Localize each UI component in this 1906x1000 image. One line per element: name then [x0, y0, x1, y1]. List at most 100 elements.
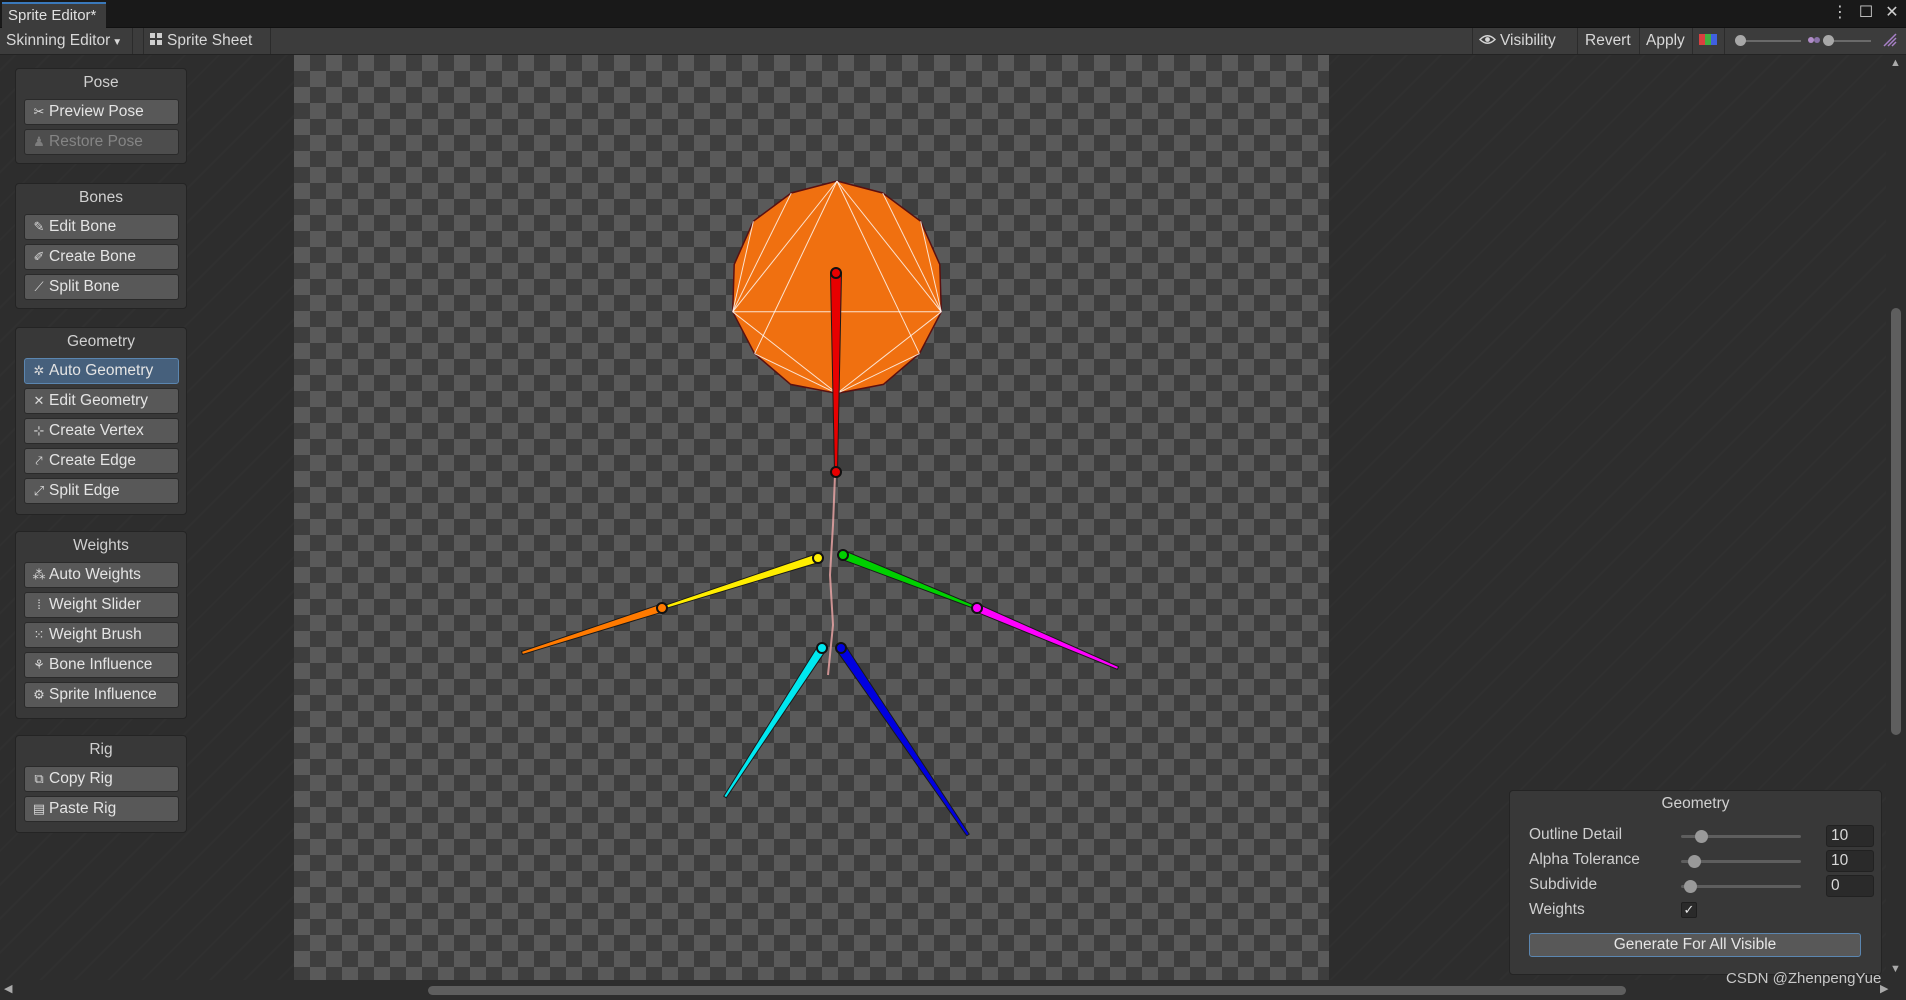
color-channels-toggle[interactable]: [1693, 28, 1725, 54]
visibility-button[interactable]: Visibility: [1472, 28, 1578, 54]
preview-pose-button[interactable]: ✂ Preview Pose: [24, 99, 179, 125]
geometry-tools-panel: Geometry ✲ Auto Geometry ✕ Edit Geometry ⊹…: [15, 327, 187, 515]
bone-left-upper-arm-joint[interactable]: [812, 552, 824, 564]
alpha-tolerance-slider-thumb[interactable]: [1688, 855, 1702, 868]
outline-detail-field[interactable]: 10: [1826, 825, 1874, 847]
create-bone-label: Create Bone: [49, 248, 137, 265]
bone-left-leg-joint[interactable]: [816, 642, 828, 654]
eye-icon: [1478, 28, 1497, 54]
bone-left-upper-arm[interactable]: [660, 553, 821, 611]
zoom-slider[interactable]: [1737, 40, 1801, 42]
create-edge-button[interactable]: ⤤ Create Edge: [24, 448, 179, 474]
scroll-up-icon[interactable]: ▲: [1890, 57, 1901, 69]
bone-left-lower-arm[interactable]: [520, 603, 664, 656]
sprite-influence-icon: ⚙: [33, 687, 45, 702]
sprite-sheet-button[interactable]: Sprite Sheet: [143, 28, 271, 54]
mode-dropdown[interactable]: Skinning Editor ▼: [0, 28, 133, 54]
bones-panel: Bones ✎ Edit Bone ✐ Create Bone ⟋ Split Bon…: [15, 183, 187, 309]
weights-panel: Weights ⁂ Auto Weights ⁞ Weight Slider ⁙ We…: [15, 531, 187, 719]
auto-geometry-button[interactable]: ✲ Auto Geometry: [24, 358, 179, 384]
more-options-icon[interactable]: ⋮: [1832, 3, 1848, 23]
outline-detail-slider-thumb[interactable]: [1695, 830, 1708, 843]
weights-checkbox[interactable]: ✓: [1681, 902, 1697, 918]
bone-right-upper-arm-joint[interactable]: [837, 549, 849, 561]
scroll-down-icon[interactable]: ▼: [1890, 963, 1901, 975]
weight-slider-label: Weight Slider: [49, 596, 141, 613]
bones-panel-title: Bones: [79, 189, 123, 206]
window-controls: ⋮ ☐ ✕: [1832, 3, 1900, 23]
subdivide-field[interactable]: 0: [1826, 875, 1874, 897]
weights-label: Weights: [1529, 901, 1585, 918]
split-bone-icon: ⟋: [34, 279, 44, 294]
sprite-influence-button[interactable]: ⚙ Sprite Influence: [24, 682, 179, 708]
horizontal-scrollbar[interactable]: ◀ ▶: [0, 980, 1906, 1000]
create-vertex-button[interactable]: ⊹ Create Vertex: [24, 418, 179, 444]
split-bone-button[interactable]: ⟋ Split Bone: [24, 274, 179, 300]
restore-pose-button[interactable]: ♟ Restore Pose: [24, 129, 179, 155]
split-bone-label: Split Bone: [49, 278, 120, 295]
bone-right-lower-arm-joint[interactable]: [971, 602, 983, 614]
outline-detail-slider[interactable]: [1681, 830, 1801, 843]
subdivide-slider[interactable]: [1681, 880, 1801, 893]
bone-left-leg[interactable]: [723, 644, 827, 799]
close-icon[interactable]: ✕: [1884, 3, 1900, 23]
scroll-left-icon[interactable]: ◀: [4, 982, 12, 995]
weights-panel-title: Weights: [73, 537, 129, 554]
bone-influence-button[interactable]: ⚘ Bone Influence: [24, 652, 179, 678]
edit-bone-button[interactable]: ✎ Edit Bone: [24, 214, 179, 240]
alpha-tolerance-slider[interactable]: [1681, 855, 1801, 868]
alpha-tolerance-field[interactable]: 10: [1826, 850, 1874, 872]
vertical-scroll-thumb[interactable]: [1891, 308, 1901, 735]
rgb-channels-icon: [1699, 32, 1717, 49]
watermark: CSDN @ZhenpengYue: [1726, 970, 1882, 987]
vertical-scrollbar[interactable]: ▲ ▼: [1886, 55, 1906, 980]
weight-slider-icon: ⁞: [37, 597, 41, 612]
pose-panel: Pose ✂ Preview Pose ♟ Restore Pose: [15, 68, 187, 164]
bone-left-lower-arm-joint[interactable]: [656, 602, 668, 614]
create-bone-button[interactable]: ✐ Create Bone: [24, 244, 179, 270]
subdivide-slider-thumb[interactable]: [1684, 880, 1697, 893]
mip-slider-thumb[interactable]: [1823, 35, 1834, 46]
weight-slider-button[interactable]: ⁞ Weight Slider: [24, 592, 179, 618]
alpha-tolerance-label: Alpha Tolerance: [1529, 851, 1640, 868]
outline-detail-label: Outline Detail: [1529, 826, 1623, 843]
bone-right-lower-arm[interactable]: [974, 603, 1120, 671]
body-line-mesh: [827, 474, 836, 676]
apply-button[interactable]: Apply: [1640, 28, 1693, 54]
split-edge-button[interactable]: ⤢ Split Edge: [24, 478, 179, 504]
subdivide-row: Subdivide 0: [1529, 875, 1874, 897]
tab-sprite-editor[interactable]: Sprite Editor*: [2, 2, 107, 28]
restore-pose-label: Restore Pose: [49, 133, 143, 150]
rig-panel-title: Rig: [89, 741, 113, 758]
bone-spine[interactable]: [829, 272, 843, 473]
paste-rig-button[interactable]: ▤ Paste Rig: [24, 796, 179, 822]
auto-weights-button[interactable]: ⁂ Auto Weights: [24, 562, 179, 588]
horizontal-scroll-thumb[interactable]: [428, 986, 1626, 995]
bone-spine-tip-joint[interactable]: [830, 466, 842, 478]
generate-for-all-visible-button[interactable]: Generate For All Visible: [1529, 933, 1861, 957]
apply-label: Apply: [1646, 32, 1685, 49]
edit-geometry-button[interactable]: ✕ Edit Geometry: [24, 388, 179, 414]
maximize-icon[interactable]: ☐: [1858, 3, 1874, 23]
geometry-settings-panel: Geometry Outline Detail 10 Alpha Toleran…: [1509, 790, 1882, 975]
split-edge-label: Split Edge: [49, 482, 120, 499]
zoom-slider-thumb[interactable]: [1735, 35, 1746, 46]
bone-spine-joint[interactable]: [830, 267, 842, 279]
bone-influence-icon: ⚘: [33, 657, 45, 672]
mode-dropdown-label: Skinning Editor: [6, 32, 111, 49]
tab-title: Sprite Editor*: [8, 7, 97, 24]
bone-right-leg[interactable]: [836, 644, 970, 837]
copy-rig-button[interactable]: ⧉ Copy Rig: [24, 766, 179, 792]
weight-brush-label: Weight Brush: [49, 626, 142, 643]
grid-icon: [150, 28, 163, 54]
bone-right-leg-joint[interactable]: [835, 642, 847, 654]
pose-icon: ✂: [33, 104, 45, 119]
weight-brush-button[interactable]: ⁙ Weight Brush: [24, 622, 179, 648]
chevron-down-icon: ▼: [112, 37, 123, 48]
weight-brush-icon: ⁙: [33, 627, 45, 642]
create-edge-icon: ⤤: [35, 453, 43, 468]
bone-right-upper-arm[interactable]: [840, 550, 979, 611]
create-vertex-icon: ⊹: [33, 423, 45, 438]
revert-button[interactable]: Revert: [1579, 28, 1640, 54]
preview-pose-label: Preview Pose: [49, 103, 144, 120]
